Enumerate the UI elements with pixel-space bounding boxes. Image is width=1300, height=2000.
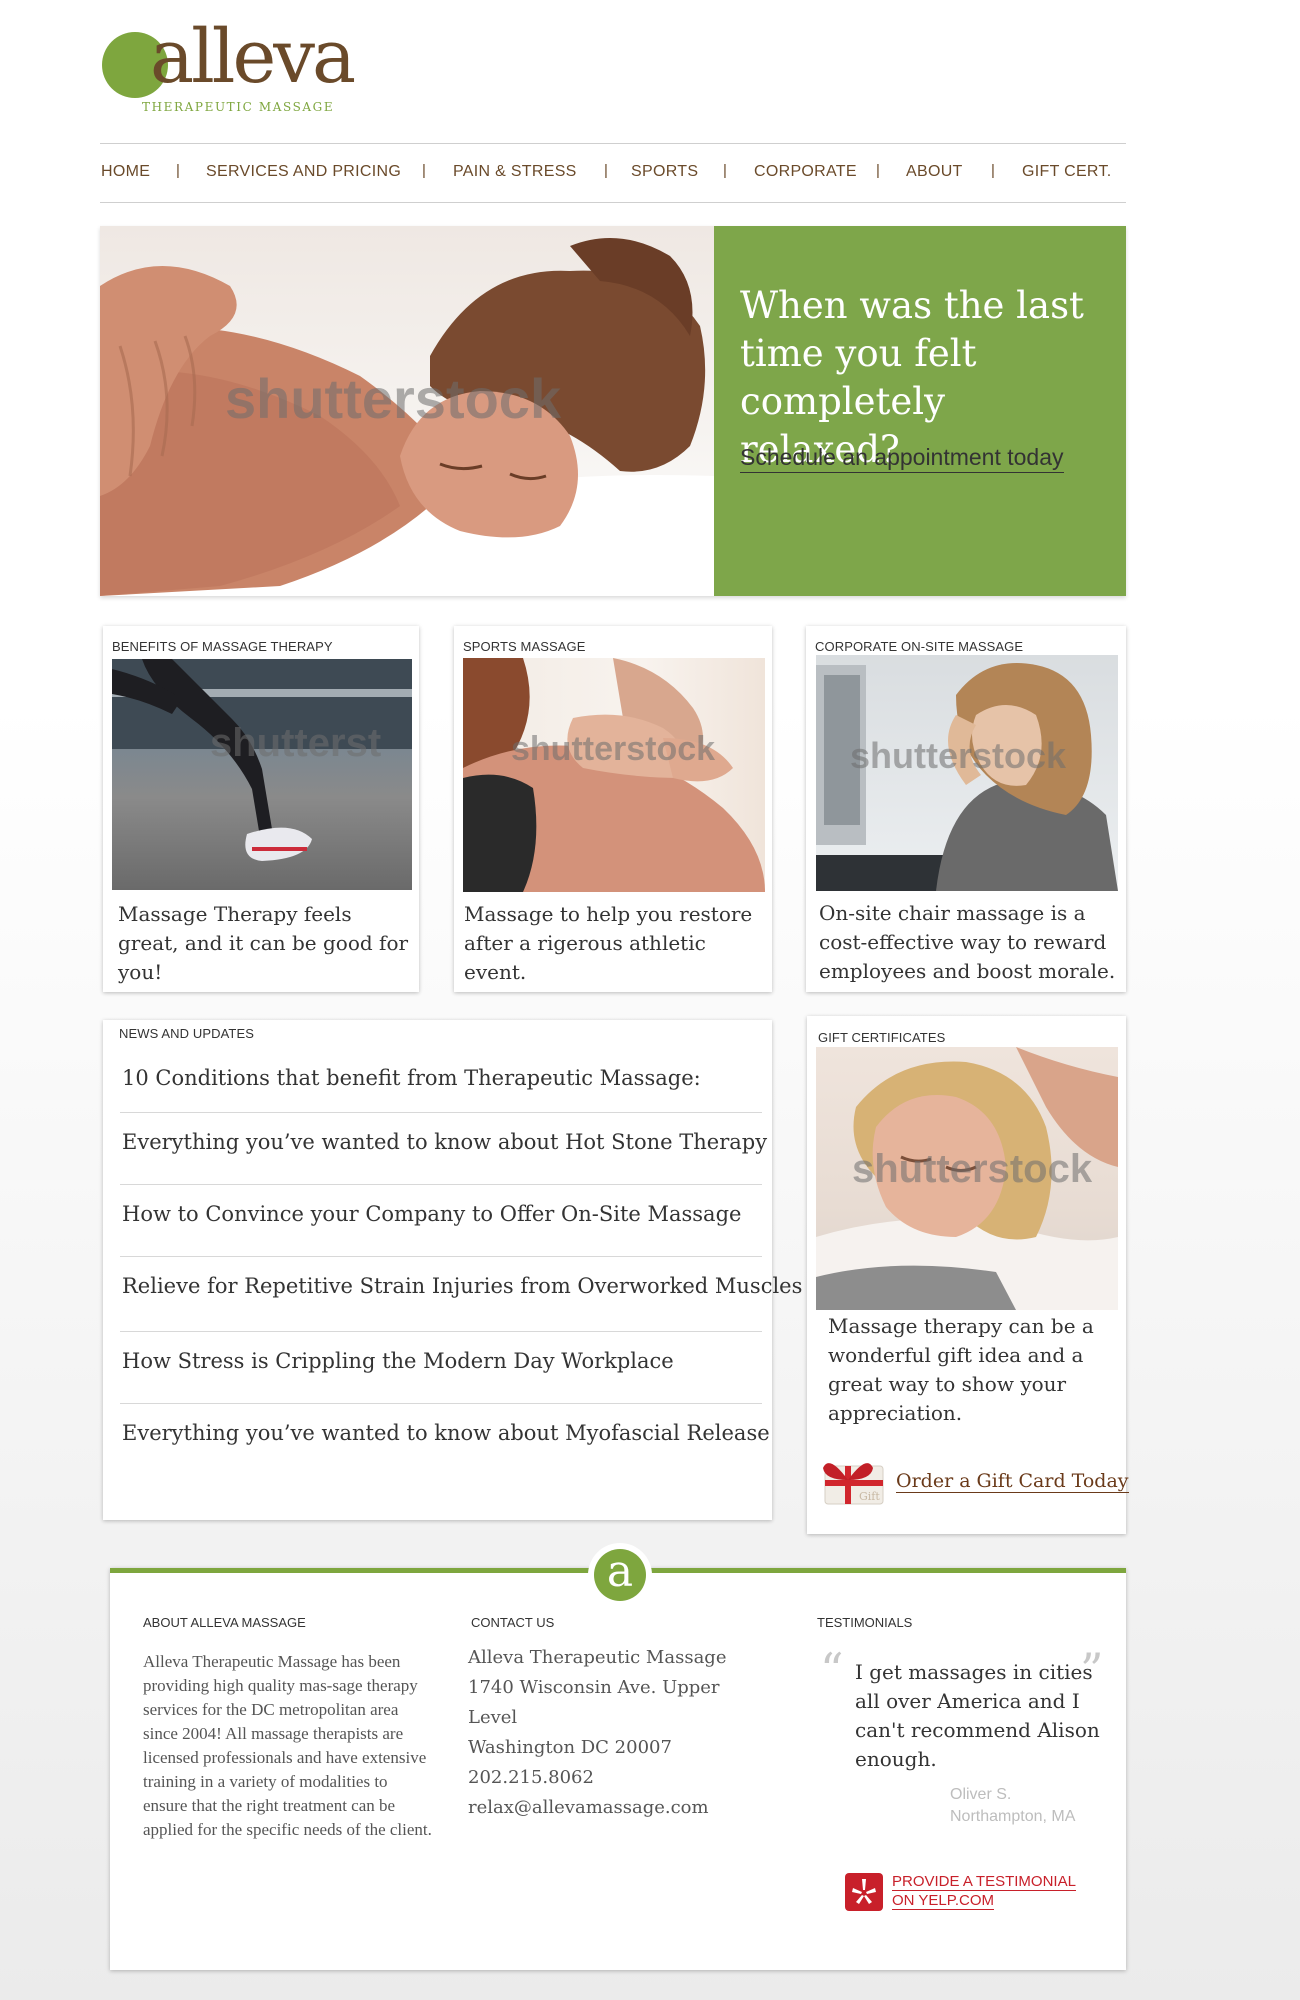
news-item[interactable]: Everything you’ve wanted to know about M… xyxy=(122,1421,770,1445)
testimonial-location: Northampton, MA xyxy=(950,1808,1076,1825)
about-heading: ABOUT ALLEVA MASSAGE xyxy=(143,1615,306,1630)
contact-email-link[interactable]: relax@allevamassage.com xyxy=(468,1797,709,1818)
hero-watermark: shutterstock xyxy=(225,367,562,430)
gift-card-icon: Gift xyxy=(819,1454,885,1508)
contact-heading: CONTACT US xyxy=(471,1615,555,1630)
contact-address-line1: 1740 Wisconsin Ave. Upper xyxy=(468,1677,720,1698)
gift-text: Massage therapy can be a wonderful gift … xyxy=(828,1314,1094,1425)
nav-separator: | xyxy=(991,162,995,179)
hero-banner: shutterstock When was the last time you … xyxy=(100,226,1126,596)
card-label: SPORTS MASSAGE xyxy=(463,639,586,654)
yelp-link-line1: PROVIDE A TESTIMONIAL xyxy=(892,1873,1076,1891)
nav-separator: | xyxy=(723,162,727,179)
gift-certificates-panel: GIFT CERTIFICATES shutterstock Massage t… xyxy=(807,1016,1129,1534)
yelp-link-line2: ON YELP.COM xyxy=(892,1892,994,1910)
footer: a ABOUT ALLEVA MASSAGE Alleva Therapeuti… xyxy=(110,1543,1126,1970)
runner-photo: shutterst xyxy=(112,659,412,890)
news-item[interactable]: 10 Conditions that benefit from Therapeu… xyxy=(122,1066,701,1090)
card-watermark: shutterstock xyxy=(850,735,1067,776)
nav-item-services-and-pricing[interactable]: SERVICES AND PRICING xyxy=(206,163,401,181)
divider xyxy=(120,1403,762,1404)
divider xyxy=(120,1331,762,1332)
nav-item-corporate[interactable]: CORPORATE xyxy=(754,163,857,181)
contact-business-name: Alleva Therapeutic Massage xyxy=(468,1647,727,1668)
news-label: NEWS AND UPDATES xyxy=(119,1026,254,1041)
runner-illustration xyxy=(112,659,412,861)
order-gift-card-link[interactable]: Order a Gift Card Today xyxy=(896,1470,1129,1493)
card-sports-massage[interactable]: SPORTS MASSAGE shutterstock Massage to h… xyxy=(454,626,772,992)
nav-item-about[interactable]: ABOUT xyxy=(906,163,963,181)
office-worker-photo: shutterstock xyxy=(816,655,1118,891)
news-item[interactable]: How Stress is Crippling the Modern Day W… xyxy=(122,1349,674,1373)
main-nav: HOME | SERVICES AND PRICING | PAIN & STR… xyxy=(100,143,1126,203)
hero-massage-photo: shutterstock xyxy=(100,226,714,596)
card-label: CORPORATE ON-SITE MASSAGE xyxy=(815,639,1024,654)
gift-card-word: Gift xyxy=(859,1490,880,1503)
footer-logo-badge: a xyxy=(588,1543,652,1607)
open-quote-icon: “ xyxy=(820,1643,844,1697)
logo-tagline: THERAPEUTIC MASSAGE xyxy=(142,100,335,114)
yelp-burst-svg xyxy=(852,1879,876,1904)
divider xyxy=(120,1112,762,1113)
card-text: Massage Therapy feels great, and it can … xyxy=(118,902,409,984)
alleva-logo[interactable]: alleva THERAPEUTIC MASSAGE xyxy=(100,20,356,118)
hero-cta-panel: When was the last time you felt complete… xyxy=(714,226,1126,596)
nav-item-pain-stress[interactable]: PAIN & STRESS xyxy=(453,163,577,181)
relaxing-woman-photo: shutterstock xyxy=(816,1047,1118,1310)
card-benefits[interactable]: BENEFITS OF MASSAGE THERAPY shutterst Ma… xyxy=(103,626,419,992)
shoulder-massage-photo: shutterstock xyxy=(463,658,765,892)
footer-logo-icon: a xyxy=(594,1549,646,1601)
nav-separator: | xyxy=(176,162,180,179)
gift-watermark: shutterstock xyxy=(852,1147,1093,1191)
nav-separator: | xyxy=(422,162,426,179)
nav-separator: | xyxy=(604,162,608,179)
nav-item-sports[interactable]: SPORTS xyxy=(631,163,698,181)
yelp-icon[interactable] xyxy=(845,1873,883,1911)
divider xyxy=(120,1256,762,1257)
news-panel: NEWS AND UPDATES 10 Conditions that bene… xyxy=(103,1020,802,1520)
card-corporate-massage[interactable]: CORPORATE ON-SITE MASSAGE shutterstock O… xyxy=(806,626,1126,992)
about-text: Alleva Therapeutic Massage has been prov… xyxy=(143,1652,432,1839)
news-item[interactable]: Everything you’ve wanted to know about H… xyxy=(122,1130,767,1154)
card-watermark: shutterst xyxy=(210,721,382,765)
nav-separator: | xyxy=(876,162,880,179)
contact-city: Washington DC 20007 xyxy=(468,1737,672,1758)
testimonial-author: Oliver S. xyxy=(950,1786,1012,1803)
divider xyxy=(120,1184,762,1185)
logo-wordmark: alleva xyxy=(150,14,356,100)
card-watermark: shutterstock xyxy=(511,730,716,768)
gift-label: GIFT CERTIFICATES xyxy=(818,1030,946,1045)
card-label: BENEFITS OF MASSAGE THERAPY xyxy=(112,639,333,654)
testimonials-heading: TESTIMONIALS xyxy=(817,1615,913,1630)
testimonial-quote: I get massages in cities all over Americ… xyxy=(855,1660,1100,1771)
card-text: On-site chair massage is a cost-effectiv… xyxy=(819,901,1116,983)
card-text: Massage to help you restore after a rige… xyxy=(464,902,753,984)
news-item[interactable]: Relieve for Repetitive Strain Injuries f… xyxy=(122,1274,802,1298)
schedule-appointment-link[interactable]: Schedule an appointment today xyxy=(740,444,1064,473)
nav-item-gift-cert[interactable]: GIFT CERT. xyxy=(1022,163,1112,181)
nav-item-home[interactable]: HOME xyxy=(101,163,150,181)
contact-address-line2: Level xyxy=(468,1707,518,1728)
news-item[interactable]: How to Convince your Company to Offer On… xyxy=(122,1202,741,1226)
provide-testimonial-yelp-link[interactable]: PROVIDE A TESTIMONIAL ON YELP.COM xyxy=(892,1873,1090,1911)
shoulder-illustration xyxy=(463,658,765,892)
contact-phone[interactable]: 202.215.8062 xyxy=(468,1767,594,1788)
